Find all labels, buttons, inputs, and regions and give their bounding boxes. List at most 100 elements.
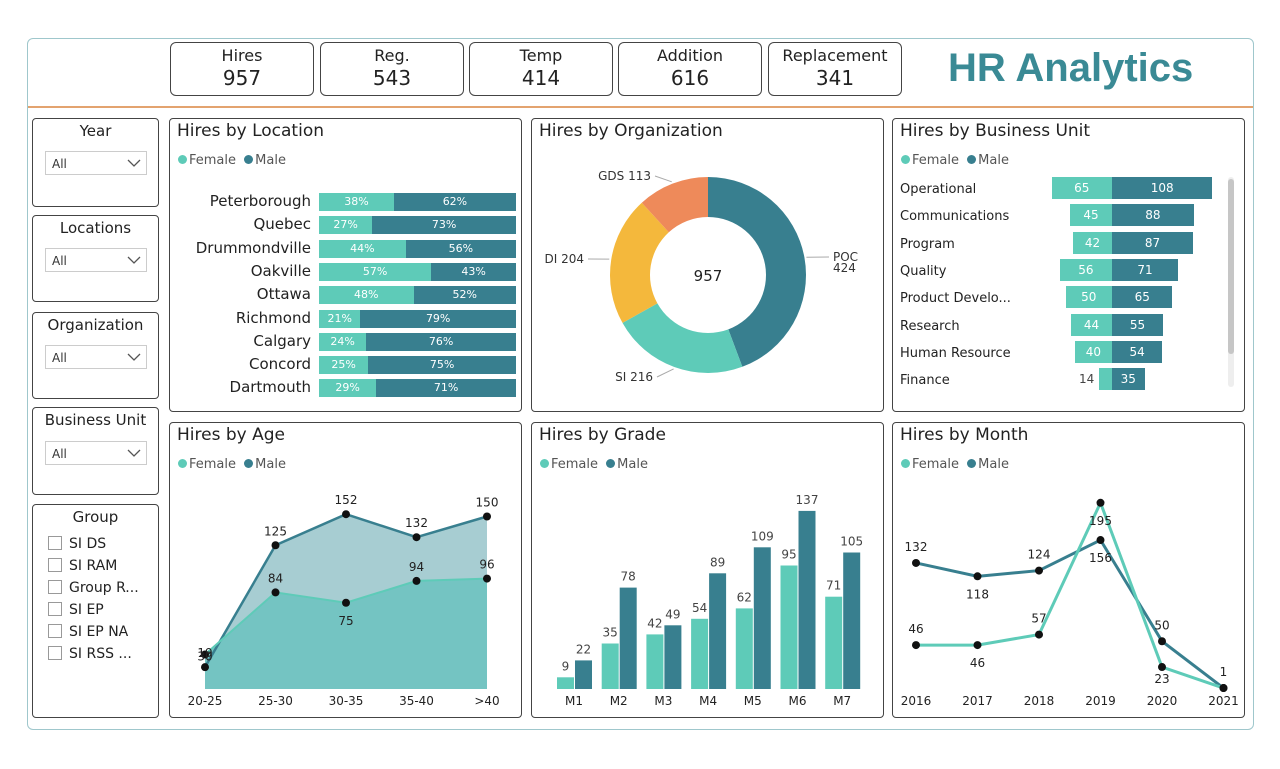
donut-label-gds: GDS 113: [598, 169, 651, 183]
dropdown-value: All: [52, 254, 67, 268]
organization-dropdown[interactable]: All: [45, 345, 147, 369]
hires-by-business-unit-chart[interactable]: Hires by Business Unit Female Male Opera…: [892, 118, 1245, 412]
slicer-locations: Locations All: [32, 215, 159, 302]
location-label: Concord: [248, 355, 311, 374]
vertical-scrollbar[interactable]: [1228, 177, 1234, 387]
female-data-label: 30: [197, 650, 212, 664]
legend-dot-male: [967, 155, 977, 164]
x-tick-label: 2018: [1024, 694, 1055, 708]
location-label: Richmond: [235, 308, 311, 327]
group-option[interactable]: SI RAM: [48, 558, 117, 576]
x-tick-label: M7: [833, 694, 851, 708]
kpi-card-hires[interactable]: Hires 957: [170, 42, 314, 96]
scrollbar-thumb[interactable]: [1228, 179, 1234, 354]
checkbox[interactable]: [48, 536, 62, 550]
female-data-label: 57: [1031, 612, 1046, 626]
chart-legend[interactable]: Female Male: [901, 153, 1009, 168]
male-bar: 55: [1112, 313, 1164, 336]
group-option[interactable]: Group R...: [48, 580, 139, 598]
location-bar: 57% 43%: [319, 262, 516, 281]
business-unit-dropdown[interactable]: All: [45, 441, 147, 465]
business-unit-label: Human Resource: [900, 345, 1011, 361]
male-line: [915, 538, 1225, 690]
x-tick-label: 35-40: [399, 694, 434, 708]
group-option[interactable]: SI EP NA: [48, 624, 128, 642]
hires-by-grade-chart[interactable]: Hires by Grade Female Male 9 22 M1 35 78 M2 42…: [531, 422, 884, 718]
checkbox[interactable]: [48, 646, 62, 660]
female-data-label: 75: [338, 614, 353, 628]
donut-slice-si: [622, 303, 743, 373]
business-unit-label: Operational: [900, 182, 977, 197]
male-segment: 71%: [376, 379, 516, 398]
hires-by-location-chart[interactable]: Hires by Location Female Male Peterborou…: [169, 118, 522, 412]
x-tick-label: 2020: [1147, 694, 1178, 708]
x-tick-label: M1: [565, 694, 583, 708]
male-data-label: 152: [335, 493, 358, 507]
business-unit-label: Finance: [900, 373, 950, 389]
male-column: [753, 547, 771, 689]
slicer-title: Business Unit: [44, 411, 147, 429]
group-option-label: Group R...: [69, 580, 139, 596]
male-point: [201, 663, 209, 672]
kpi-label: Replacement: [782, 46, 888, 65]
line-chart: 132 46 2016 118 46 2017 124 57 2018 156 195 2019 50 2…: [901, 498, 1239, 708]
male-data-label: 124: [1028, 548, 1051, 562]
female-line: [916, 498, 1224, 690]
group-option[interactable]: SI DS: [48, 536, 106, 554]
location-bar: 24% 76%: [319, 332, 516, 351]
male-bar: 54: [1112, 340, 1163, 363]
female-segment: 24%: [319, 332, 367, 351]
location-bar: 25% 75%: [319, 356, 516, 375]
female-column: [646, 634, 664, 689]
hires-by-organization-chart[interactable]: Hires by Organization 957 POC 424 SI 216 DI …: [531, 118, 884, 412]
male-data-label: 109: [751, 529, 774, 543]
female-point: [412, 576, 421, 585]
female-segment: 25%: [319, 356, 369, 375]
female-point: [1219, 684, 1228, 693]
male-point: [1096, 536, 1105, 545]
slicer-title: Year: [79, 122, 112, 140]
year-dropdown[interactable]: All: [45, 151, 147, 175]
x-tick-label: 2016: [901, 694, 932, 708]
female-segment: 44%: [319, 239, 406, 258]
kpi-value: 543: [372, 66, 412, 90]
hires-by-age-chart[interactable]: Hires by Age Female Male 19 30 20-25 125 84 2…: [169, 422, 522, 718]
x-tick-label: M5: [744, 694, 762, 708]
chart-legend[interactable]: Female Male: [178, 153, 286, 168]
locations-dropdown[interactable]: All: [45, 248, 147, 272]
dashboard-title: HR Analytics: [948, 46, 1194, 90]
donut-center-total: 957: [694, 267, 723, 285]
checkbox[interactable]: [48, 602, 62, 616]
checkbox[interactable]: [48, 558, 62, 572]
female-point: [271, 588, 280, 597]
kpi-card-replacement[interactable]: Replacement 341: [768, 42, 902, 96]
male-column: [664, 625, 682, 689]
slicer-year: Year All: [32, 118, 159, 207]
group-option-label: SI EP: [69, 602, 104, 618]
male-bar: 65: [1112, 286, 1173, 309]
female-data-label: 9: [562, 659, 570, 673]
female-column: [601, 643, 619, 689]
donut-label-poc: 424: [833, 261, 856, 275]
male-point: [342, 510, 350, 519]
male-data-label: 50: [1154, 618, 1169, 632]
kpi-card-regular[interactable]: Reg. 543: [320, 42, 464, 96]
female-bar: 65: [1051, 177, 1112, 199]
kpi-card-addition[interactable]: Addition 616: [618, 42, 762, 96]
female-segment: 57%: [319, 262, 432, 281]
female-column: [825, 596, 843, 689]
hires-by-month-chart[interactable]: Hires by Month Female Male 132 46 2016 118 4…: [892, 422, 1245, 718]
kpi-value: 616: [670, 66, 710, 90]
kpi-value: 341: [815, 66, 855, 90]
male-bar: 87: [1112, 231, 1193, 254]
group-option[interactable]: SI RSS ...: [48, 646, 132, 664]
kpi-card-temp[interactable]: Temp 414: [469, 42, 613, 96]
female-bar: [1098, 368, 1112, 391]
checkbox[interactable]: [48, 624, 62, 638]
checkbox[interactable]: [48, 580, 62, 594]
group-option[interactable]: SI EP: [48, 602, 104, 620]
x-tick-label: M6: [789, 694, 807, 708]
female-segment: 48%: [319, 286, 414, 305]
location-label: Quebec: [253, 215, 311, 234]
x-tick-label: >40: [474, 694, 499, 708]
